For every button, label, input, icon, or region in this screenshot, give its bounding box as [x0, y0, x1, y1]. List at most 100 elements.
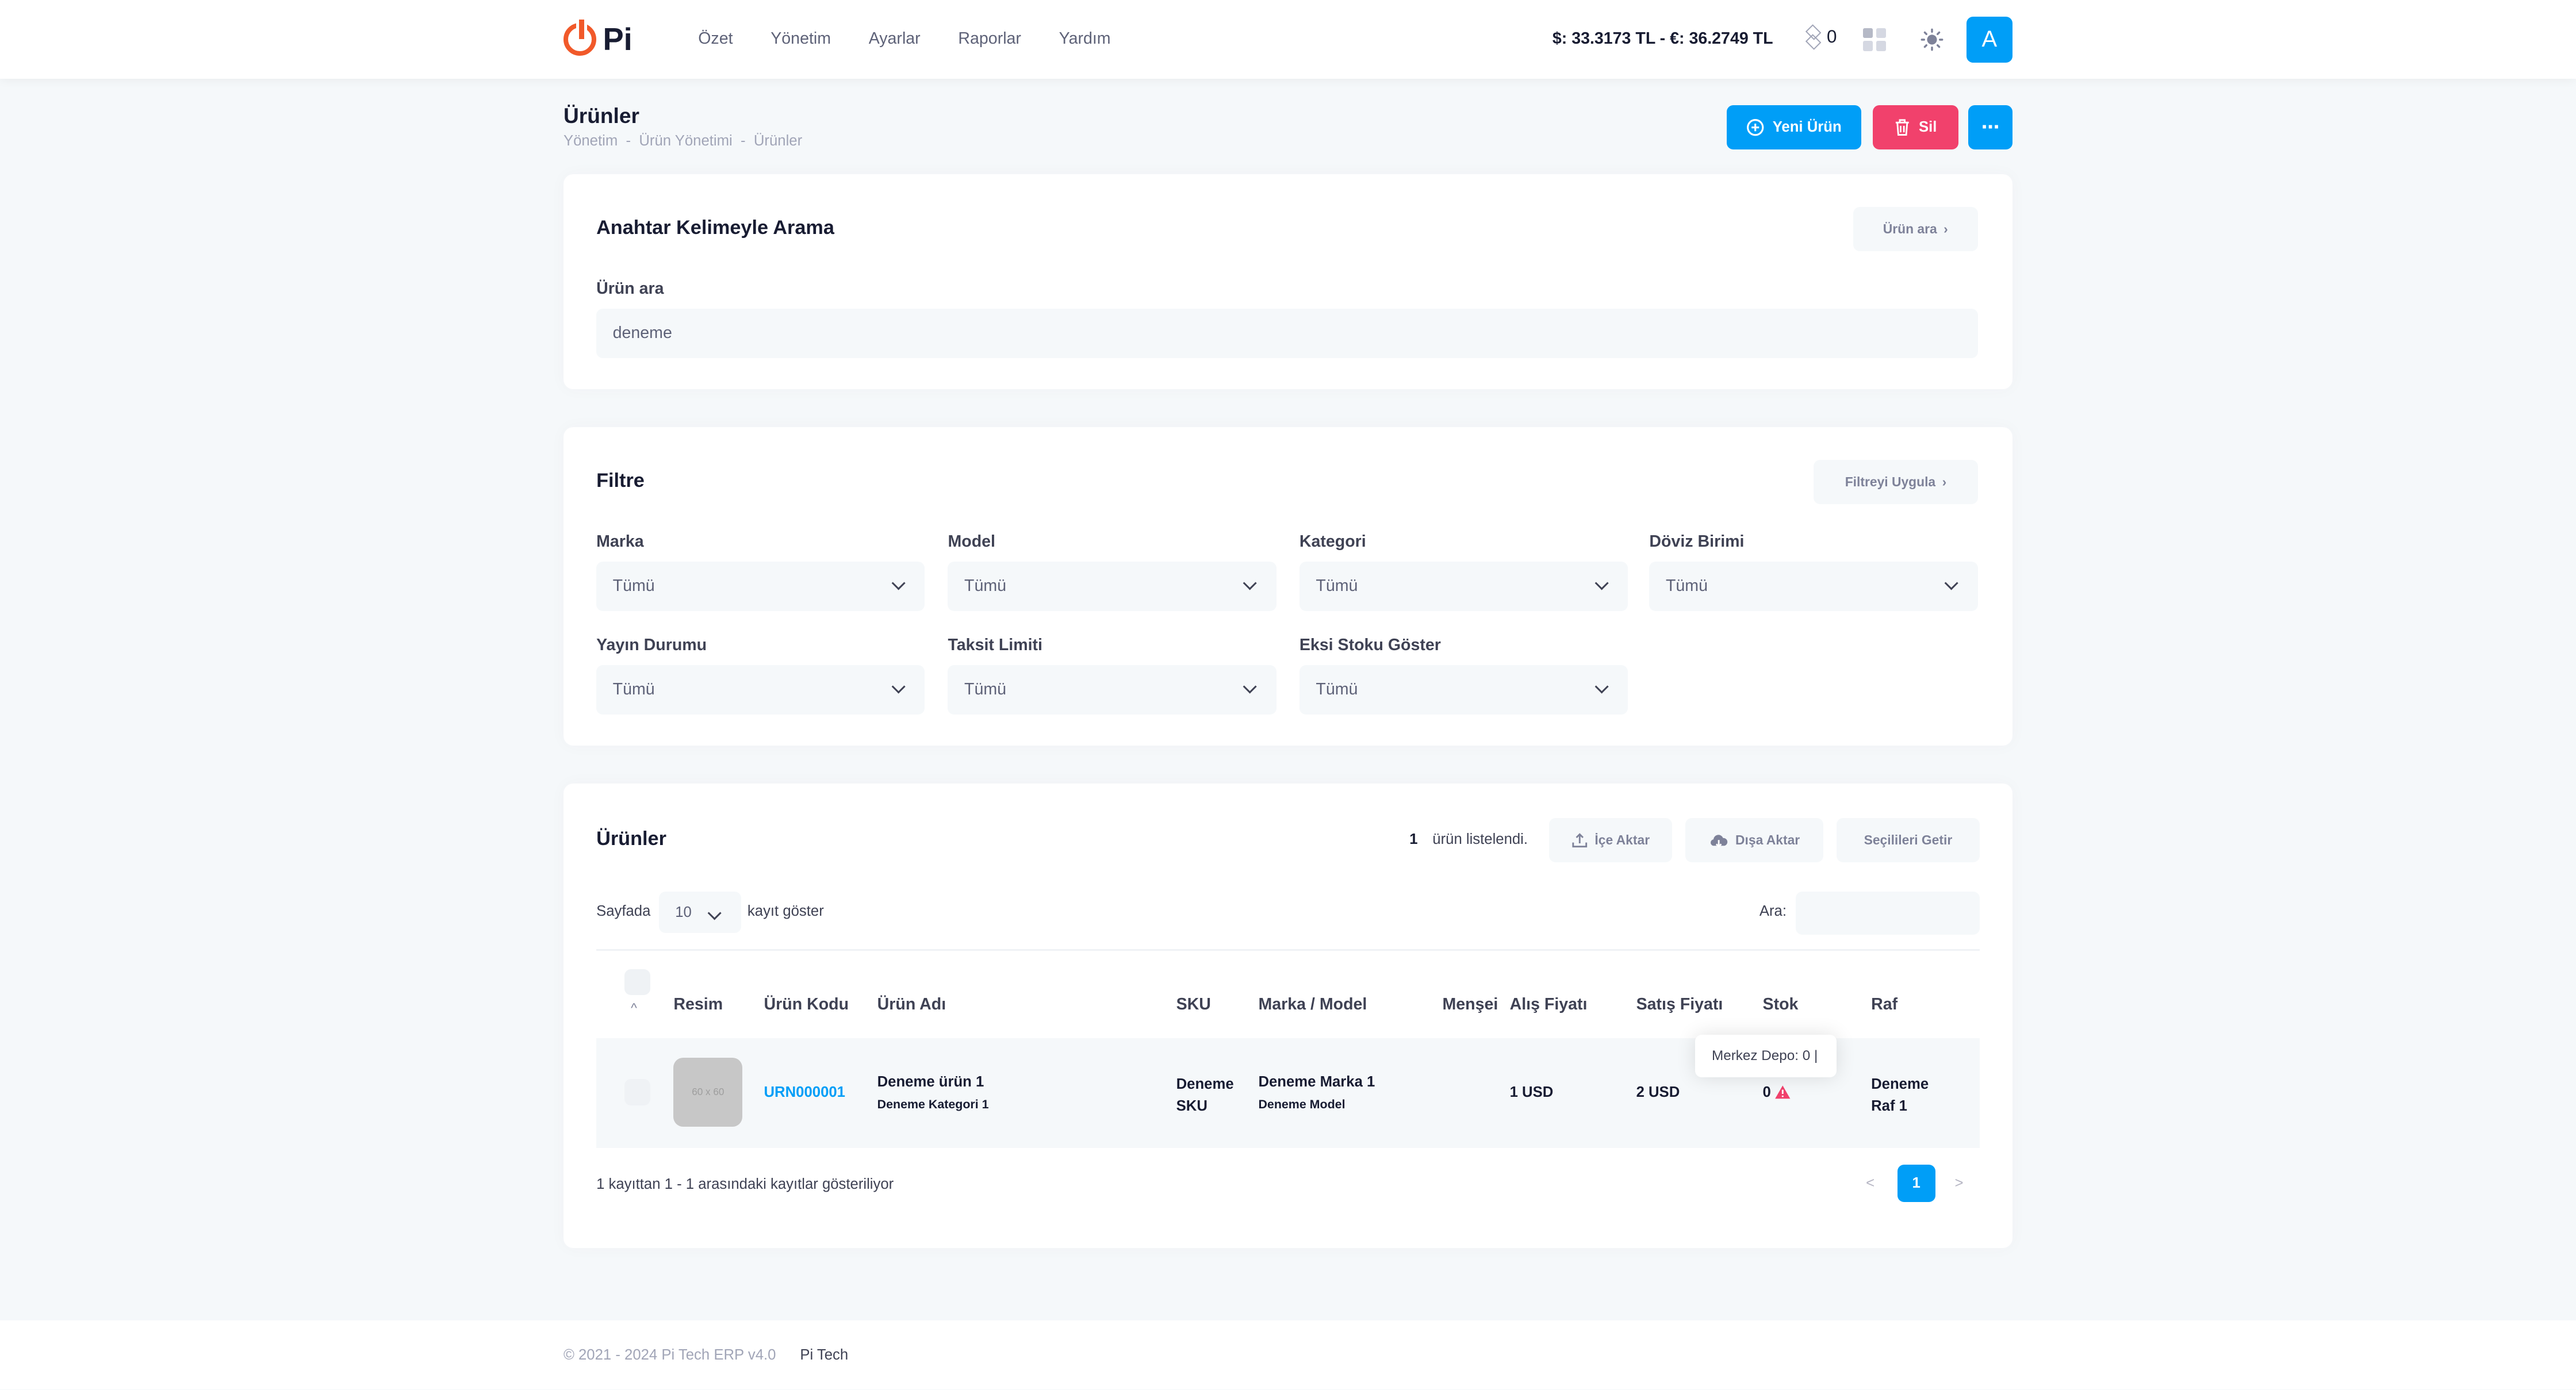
get-selected-label: Seçilileri Getir: [1864, 832, 1953, 847]
search-product-button[interactable]: Ürün ara ›: [1853, 206, 1978, 252]
column-header-alis-fiyati[interactable]: Alış Fiyatı: [1510, 995, 1588, 1014]
chevron-right-icon: ›: [1943, 221, 1948, 237]
import-button[interactable]: İçe Aktar: [1549, 817, 1673, 862]
sun-icon[interactable]: [1920, 28, 1943, 51]
nav-item-yonetim[interactable]: Yönetim: [770, 29, 831, 48]
power-logo-icon: [563, 19, 597, 56]
trash-icon: [1895, 119, 1909, 136]
column-header-satis-fiyati[interactable]: Satış Fiyatı: [1636, 995, 1723, 1014]
search-card-title: Anahtar Kelimeyle Arama: [596, 217, 834, 239]
filter-select-model[interactable]: Tümü: [948, 562, 1276, 611]
filter-label-marka: Marka: [596, 532, 644, 551]
filter-select-kategori[interactable]: Tümü: [1299, 562, 1628, 611]
coins-icon: [1802, 27, 1822, 47]
filter-select-yayin[interactable]: Tümü: [596, 665, 925, 715]
page-title: Ürünler: [563, 103, 639, 128]
new-product-label: Yeni Ürün: [1772, 118, 1842, 135]
sort-up-icon[interactable]: ^: [631, 1000, 637, 1016]
stock-tooltip: Merkez Depo: 0 |: [1695, 1034, 1837, 1078]
column-header-urun-adi[interactable]: Ürün Adı: [877, 995, 946, 1014]
column-header-stok[interactable]: Stok: [1763, 995, 1799, 1014]
stock-value: 0: [1762, 1084, 1771, 1100]
column-header-sku[interactable]: SKU: [1176, 995, 1211, 1014]
search-label: Ürün ara: [596, 279, 664, 298]
import-label: İçe Aktar: [1594, 832, 1650, 847]
brand-model-cell: Deneme Marka 1 Deneme Model: [1258, 1074, 1375, 1111]
column-header-mensei[interactable]: Menşei: [1442, 995, 1498, 1014]
table-info: 1 kayıttan 1 - 1 arasındaki kayıtlar gös…: [596, 1176, 894, 1192]
pagination-page-1[interactable]: 1: [1897, 1164, 1935, 1203]
pagination-next[interactable]: >: [1940, 1165, 1978, 1203]
nav-item-ayarlar[interactable]: Ayarlar: [869, 29, 921, 48]
column-header-resim: Resim: [673, 995, 723, 1014]
nav-item-yardim[interactable]: Yardım: [1059, 29, 1111, 48]
product-search-input[interactable]: deneme: [596, 309, 1978, 358]
apply-filter-label: Filtreyi Uygula: [1845, 474, 1936, 489]
product-name-cell: Deneme ürün 1 Deneme Kategori 1: [877, 1074, 989, 1111]
product-code-link[interactable]: URN000001: [764, 1084, 845, 1101]
delete-label: Sil: [1918, 118, 1937, 135]
logo-text: Pi: [603, 22, 632, 57]
export-button[interactable]: Dışa Aktar: [1685, 817, 1824, 862]
filter-card: Filtre Filtreyi Uygula › Marka Tümü Mode…: [563, 427, 2012, 746]
product-count-text: ürün listelendi.: [1432, 831, 1528, 847]
pagination-prev[interactable]: <: [1851, 1165, 1889, 1203]
logo[interactable]: Pi: [563, 19, 632, 57]
coin-counter[interactable]: 0: [1802, 26, 1837, 47]
products-card-title: Ürünler: [596, 827, 666, 850]
apply-filter-button[interactable]: Filtreyi Uygula ›: [1814, 459, 1978, 505]
column-header-urun-kodu[interactable]: Ürün Kodu: [764, 995, 849, 1014]
plus-circle-icon: [1747, 118, 1764, 136]
filter-select-taksit[interactable]: Tümü: [948, 665, 1276, 715]
coin-count: 0: [1826, 26, 1837, 47]
filter-select-doviz[interactable]: Tümü: [1649, 562, 1978, 611]
get-selected-button[interactable]: Seçilileri Getir: [1837, 817, 1980, 862]
stock-cell[interactable]: 0: [1763, 1084, 1791, 1101]
filter-label-yayin: Yayın Durumu: [596, 635, 707, 654]
search-product-label: Ürün ara: [1883, 221, 1937, 237]
currency-rates: $: 33.3173 TL - €: 36.2749 TL: [1552, 29, 1773, 48]
per-page-prefix: Sayfada: [596, 903, 651, 920]
filter-card-title: Filtre: [596, 470, 645, 492]
new-product-button[interactable]: Yeni Ürün: [1726, 105, 1861, 149]
user-avatar[interactable]: A: [1966, 16, 2012, 63]
chevron-right-icon: ›: [1942, 474, 1947, 489]
column-header-raf[interactable]: Raf: [1871, 995, 1897, 1014]
filter-label-kategori: Kategori: [1299, 532, 1366, 551]
nav-item-ozet[interactable]: Özet: [698, 29, 733, 48]
footer-copyright: © 2021 - 2024 Pi Tech ERP v4.0: [563, 1346, 776, 1363]
row-checkbox[interactable]: [624, 1079, 651, 1105]
table-search-label: Ara:: [1759, 903, 1787, 920]
apps-grid-icon[interactable]: [1862, 28, 1886, 51]
nav-item-raporlar[interactable]: Raporlar: [958, 29, 1021, 48]
table-search-input[interactable]: [1795, 892, 1980, 935]
column-header-marka-model[interactable]: Marka / Model: [1258, 995, 1367, 1014]
breadcrumb-item[interactable]: Yönetim: [564, 133, 618, 149]
more-options-button[interactable]: ···: [1968, 105, 2012, 149]
delete-button[interactable]: Sil: [1872, 105, 1958, 149]
footer-company-link[interactable]: Pi Tech: [800, 1347, 848, 1364]
filter-select-marka[interactable]: Tümü: [596, 562, 925, 611]
shelf-cell: Deneme Raf 1: [1871, 1074, 1929, 1116]
main-nav: Özet Yönetim Ayarlar Raporlar Yardım: [698, 29, 1148, 48]
filter-select-eksi-stok[interactable]: Tümü: [1299, 665, 1628, 715]
product-category: Deneme Kategori 1: [877, 1097, 989, 1111]
warning-icon: [1774, 1085, 1790, 1099]
shelf-line-2: Raf 1: [1871, 1097, 1907, 1114]
cloud-download-icon: [1711, 835, 1728, 848]
upload-icon: [1572, 833, 1588, 848]
product-name: Deneme ürün 1: [877, 1074, 984, 1091]
filter-label-eksi-stok: Eksi Stoku Göster: [1299, 635, 1441, 654]
export-label: Dışa Aktar: [1735, 832, 1800, 847]
shelf-line-1: Deneme: [1871, 1076, 1929, 1093]
table-divider: [596, 949, 1980, 951]
breadcrumb: Yönetim - Ürün Yönetimi - Ürünler: [563, 133, 803, 149]
breadcrumb-item[interactable]: Ürün Yönetimi: [639, 133, 732, 149]
select-all-checkbox[interactable]: [624, 969, 651, 996]
sku-cell: Deneme SKU: [1176, 1074, 1234, 1116]
filter-label-model: Model: [948, 532, 995, 551]
sku-line-1: Deneme: [1176, 1076, 1234, 1093]
filter-label-taksit: Taksit Limiti: [948, 635, 1042, 654]
per-page-select[interactable]: 10: [658, 892, 741, 933]
product-count: 1: [1409, 831, 1418, 847]
